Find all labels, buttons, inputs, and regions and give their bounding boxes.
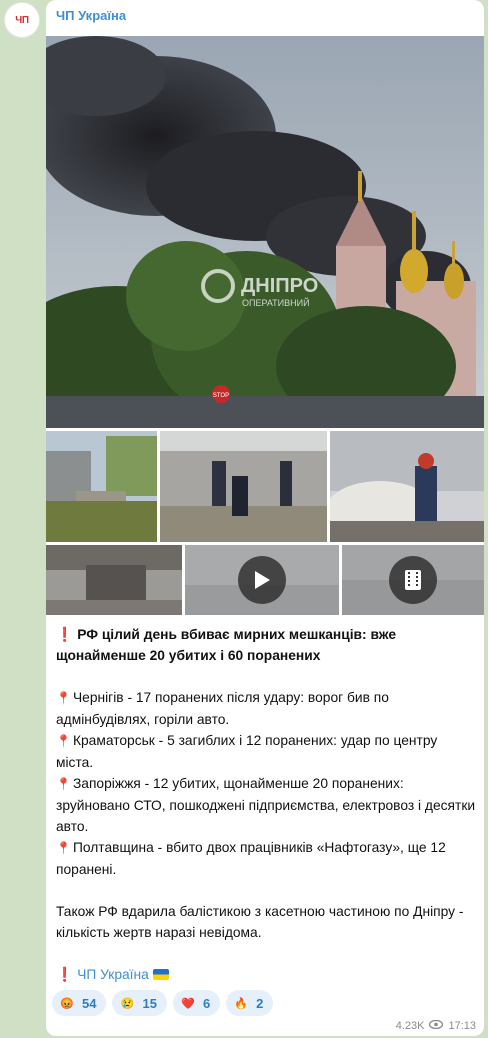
angry-face-icon: 😡 bbox=[60, 997, 74, 1010]
channel-link[interactable]: ЧП Україна bbox=[77, 967, 149, 982]
message-bubble: ЧП Україна STOP ДНІПРО ОПЕРАТИВНИЙ ❗ РФ … bbox=[46, 0, 484, 1036]
video-thumbnail[interactable] bbox=[185, 545, 339, 615]
reaction-sad[interactable]: 😢 15 bbox=[112, 990, 167, 1016]
post-title: ❗ РФ цілий день вбиває мирних мешканців: … bbox=[56, 627, 397, 663]
fire-icon: 🔥 bbox=[234, 997, 249, 1010]
post-item: 📍 Запоріжжя - 12 убитих, щонайменше 20 по… bbox=[56, 776, 476, 834]
message-time: 17:13 bbox=[448, 1020, 476, 1032]
post-text: ❗ РФ цілий день вбиває мирних мешканців: … bbox=[56, 624, 476, 985]
heart-icon: ❤️ bbox=[181, 997, 195, 1010]
post-footer: Також РФ вдарила балістикою з касетною ч… bbox=[56, 904, 464, 940]
exclamation-icon: ❗ bbox=[56, 627, 74, 642]
avatar-text: ЧП bbox=[15, 14, 29, 26]
reaction-heart[interactable]: ❤️ 6 bbox=[172, 990, 221, 1016]
sad-face-icon: 😢 bbox=[120, 997, 135, 1010]
pin-icon: 📍 bbox=[56, 777, 71, 791]
post-item: 📍 Полтавщина - вбито двох працівників «На… bbox=[56, 840, 446, 877]
reaction-count: 6 bbox=[202, 995, 211, 1011]
stop-sign-text: STOP bbox=[213, 393, 229, 399]
watermark-text: ДНІПРО bbox=[241, 275, 318, 297]
reaction-fire[interactable]: 🔥 2 bbox=[226, 990, 274, 1016]
post-item: 📍 Краматорськ - 5 загиблих і 12 поранених… bbox=[56, 733, 438, 770]
channel-avatar[interactable]: ЧП bbox=[4, 2, 40, 38]
video-file-icon[interactable] bbox=[389, 556, 437, 604]
post-signature: ❗ ЧП Україна bbox=[56, 964, 476, 985]
reaction-count: 15 bbox=[142, 995, 157, 1011]
photo-thumbnail[interactable] bbox=[160, 431, 327, 542]
pin-icon: 📍 bbox=[56, 734, 71, 748]
view-count: 4.23K bbox=[395, 1020, 425, 1032]
reactions-bar: 😡 54 😢 15 ❤️ 6 🔥 2 bbox=[52, 990, 274, 1016]
eye-icon bbox=[429, 1019, 444, 1032]
post-item: 📍 Чернігів - 17 поранених після удару: во… bbox=[56, 690, 389, 727]
exclamation-icon: ❗ bbox=[56, 967, 74, 982]
reaction-angry[interactable]: 😡 54 bbox=[52, 990, 107, 1016]
ukraine-flag-icon bbox=[152, 969, 169, 980]
message-meta: 4.23K 17:13 bbox=[395, 1019, 476, 1032]
photo-thumbnail[interactable] bbox=[330, 431, 484, 542]
play-icon[interactable] bbox=[238, 556, 286, 604]
reaction-count: 54 bbox=[82, 995, 97, 1011]
reaction-count: 2 bbox=[256, 995, 264, 1011]
video-thumbnail[interactable] bbox=[342, 545, 484, 615]
channel-name[interactable]: ЧП Україна bbox=[56, 8, 126, 23]
photo-thumbnail[interactable] bbox=[46, 545, 182, 615]
pin-icon: 📍 bbox=[56, 691, 71, 705]
pin-icon: 📍 bbox=[56, 841, 71, 855]
main-photo[interactable]: STOP ДНІПРО ОПЕРАТИВНИЙ bbox=[46, 36, 484, 428]
watermark-subtext: ОПЕРАТИВНИЙ bbox=[242, 297, 310, 308]
photo-thumbnail[interactable] bbox=[46, 431, 157, 542]
